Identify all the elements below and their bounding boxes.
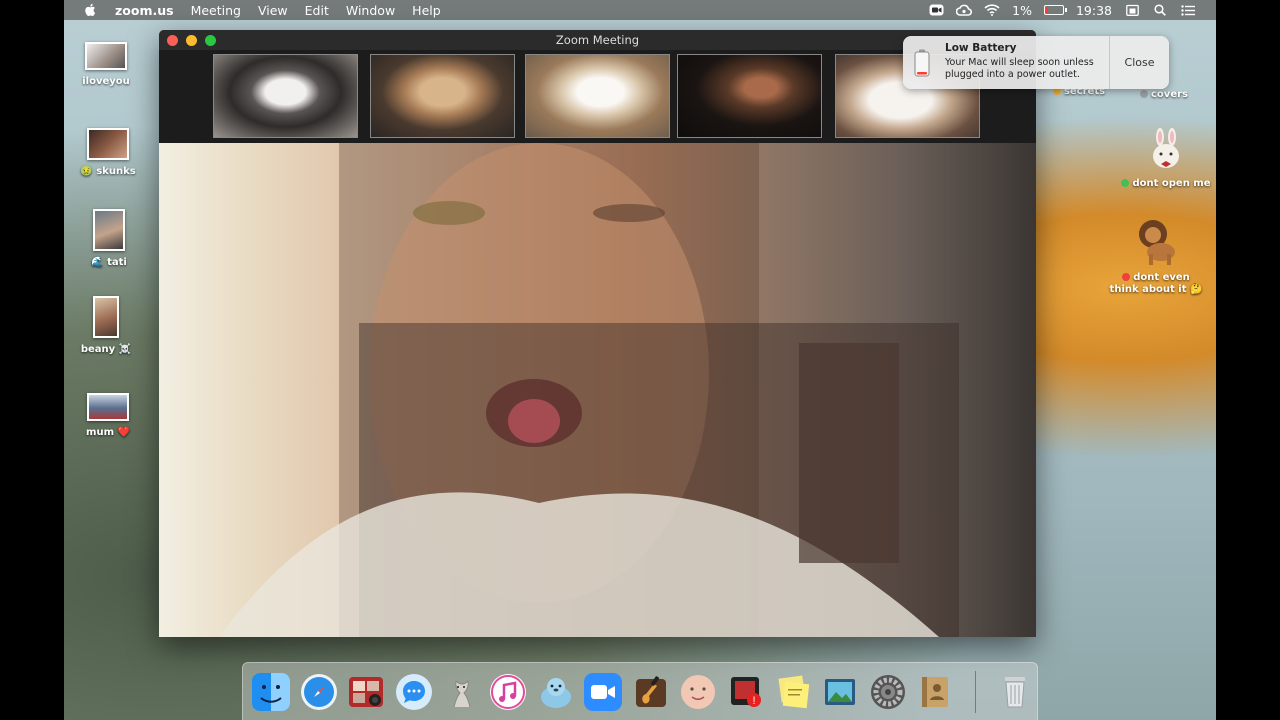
- dock-face-app-icon[interactable]: [676, 669, 720, 714]
- dock-seal-app-icon[interactable]: [534, 669, 578, 714]
- menu-edit[interactable]: Edit: [305, 3, 329, 18]
- desktop-icon-beany[interactable]: beany ☠️: [64, 296, 151, 355]
- menu-help[interactable]: Help: [412, 3, 441, 18]
- photo-icon: [93, 209, 125, 251]
- menu-view[interactable]: View: [258, 3, 288, 18]
- tag-dot: [1121, 179, 1130, 187]
- menu-meeting[interactable]: Meeting: [191, 3, 241, 18]
- zoom-meeting-window[interactable]: Zoom Meeting: [159, 30, 1036, 637]
- tag-dot: [1140, 90, 1148, 98]
- emoji-prefix: 🤢: [80, 166, 93, 177]
- dock: !: [242, 662, 1038, 720]
- battery-warning-icon: [903, 36, 941, 89]
- bunny-icon: [1149, 128, 1183, 172]
- dock-safari-icon[interactable]: [296, 669, 340, 714]
- desktop-icon-label: mum: [86, 427, 115, 438]
- desktop-icon-label: beany: [80, 344, 116, 355]
- desktop-icon-covers[interactable]: covers: [1124, 89, 1204, 100]
- notification-body: Your Mac will sleep soon unless plugged …: [945, 57, 1094, 80]
- clock-time[interactable]: 19:38: [1076, 3, 1112, 18]
- battery-level-fill: [1045, 7, 1048, 13]
- dock-zoom-icon[interactable]: [581, 669, 625, 714]
- menu-bar: zoom.us Meeting View Edit Window Help 1%…: [64, 0, 1216, 20]
- dock-photo-app-icon[interactable]: !: [723, 669, 767, 714]
- photo-icon: [93, 296, 119, 338]
- dock-contacts-icon[interactable]: [913, 669, 957, 714]
- wifi-icon[interactable]: [984, 4, 1000, 17]
- calendar-icon[interactable]: [1124, 4, 1140, 17]
- desktop-icon-iloveyou[interactable]: iloveyou: [64, 42, 151, 87]
- creative-cloud-icon[interactable]: [956, 4, 973, 17]
- search-icon[interactable]: [1152, 4, 1168, 17]
- close-window-button[interactable]: [167, 34, 178, 46]
- photo-icon: [87, 128, 129, 160]
- desktop-icon-mum[interactable]: mum ❤️: [64, 393, 153, 438]
- desktop-screen: zoom.us Meeting View Edit Window Help 1%…: [64, 0, 1216, 720]
- dock-preview-icon[interactable]: [818, 669, 862, 714]
- photo-icon: [85, 42, 127, 70]
- dock-messages-icon[interactable]: [391, 669, 435, 714]
- desktop-icon-label: iloveyou: [82, 76, 130, 87]
- letterbox-left: [0, 0, 64, 720]
- app-menu-zoom[interactable]: zoom.us: [115, 3, 174, 18]
- dock-trash-icon[interactable]: [993, 669, 1037, 714]
- desktop-icon-label: covers: [1151, 89, 1188, 100]
- minimize-window-button[interactable]: [186, 34, 197, 46]
- battery-icon[interactable]: [1043, 5, 1067, 15]
- participant-video-husky-dog[interactable]: [213, 54, 358, 138]
- emoji-suffix: 🤔: [1189, 284, 1203, 295]
- participant-video-poodle-dog[interactable]: [370, 54, 515, 138]
- apple-menu-icon[interactable]: [82, 3, 98, 17]
- dock-separator: [974, 670, 976, 713]
- letterbox-right: [1216, 0, 1280, 720]
- active-speaker-video[interactable]: [159, 143, 1036, 637]
- zoom-status-icon[interactable]: [928, 4, 944, 17]
- desktop-icon-dont-even-think-about-it[interactable]: dont even think about it 🤔: [1106, 218, 1206, 296]
- desktop-icon-label: skunks: [96, 166, 136, 177]
- tag-dot: [1122, 273, 1131, 281]
- participant-video-man[interactable]: [677, 54, 822, 138]
- photo-icon: [87, 393, 129, 421]
- participant-video-terrier-dog[interactable]: [525, 54, 670, 138]
- desktop-icon-label: dont open me: [1132, 178, 1211, 189]
- emoji-prefix: 🌊: [91, 257, 104, 268]
- dock-finder-icon[interactable]: [249, 669, 293, 714]
- dock-garageband-icon[interactable]: [629, 669, 673, 714]
- emoji-suffix: ❤️: [117, 427, 130, 438]
- dock-photo-booth-icon[interactable]: [344, 669, 388, 714]
- dock-stickies-icon[interactable]: [771, 669, 815, 714]
- dock-system-preferences-icon[interactable]: [866, 669, 910, 714]
- menu-window[interactable]: Window: [346, 3, 395, 18]
- notification-center-icon[interactable]: [1180, 4, 1196, 17]
- battery-percent[interactable]: 1%: [1012, 3, 1032, 18]
- desktop-icon-skunks[interactable]: 🤢 skunks: [64, 128, 153, 177]
- desktop-icon-dont-open-me[interactable]: dont open me: [1116, 128, 1216, 189]
- notification-title: Low Battery: [945, 42, 1017, 54]
- desktop-icon-label: tati: [107, 257, 127, 268]
- dock-itunes-icon[interactable]: [486, 669, 530, 714]
- low-battery-notification[interactable]: Low Battery Your Mac will sleep soon unl…: [903, 36, 1169, 89]
- desktop-icon-tati[interactable]: 🌊 tati: [64, 209, 154, 268]
- dock-unknown-app-icon[interactable]: [439, 669, 483, 714]
- notification-close-button[interactable]: Close: [1109, 36, 1169, 89]
- svg-text:!: !: [752, 695, 755, 707]
- zoom-window-button[interactable]: [205, 34, 216, 46]
- lion-icon: [1133, 218, 1179, 266]
- emoji-suffix: ☠️: [118, 344, 132, 355]
